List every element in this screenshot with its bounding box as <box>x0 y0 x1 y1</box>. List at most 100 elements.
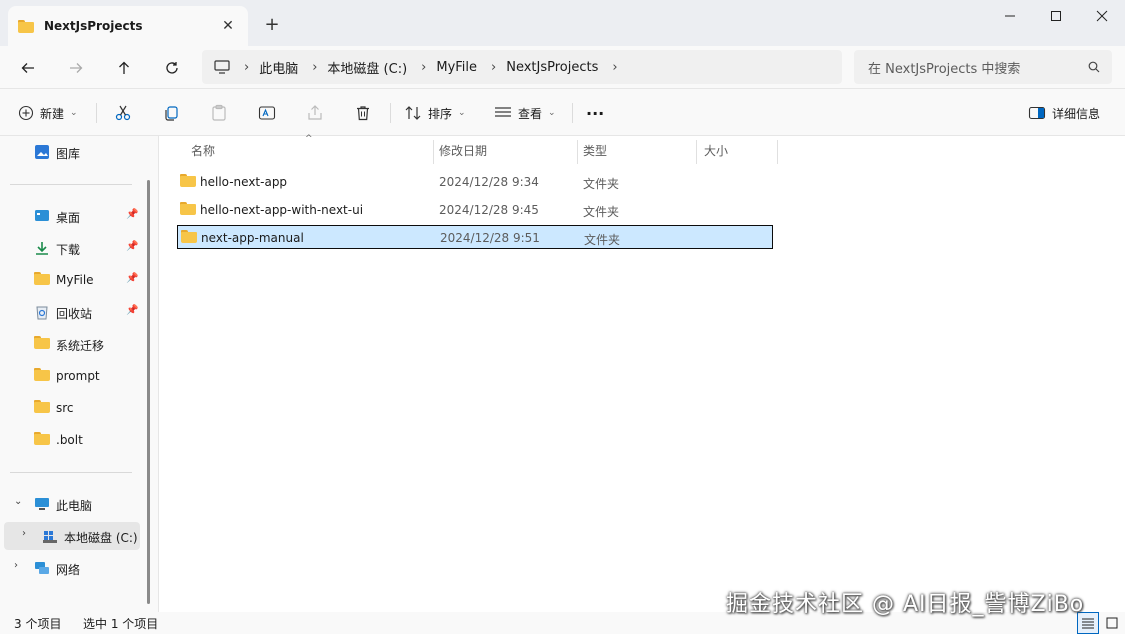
search-box[interactable]: 在 NextJsProjects 中搜索 <box>854 50 1112 84</box>
breadcrumb-separator: › <box>312 59 318 75</box>
folder-icon <box>180 202 196 215</box>
column-header-type[interactable]: 类型 <box>583 136 607 164</box>
column-divider[interactable] <box>577 140 578 164</box>
pin-icon[interactable]: 📌 <box>126 209 138 220</box>
paste-button[interactable] <box>210 99 228 127</box>
up-button[interactable] <box>108 52 140 84</box>
folder-icon <box>34 368 50 381</box>
tiles-view-icon <box>1106 617 1118 629</box>
desktop-icon <box>35 210 49 221</box>
cut-button[interactable] <box>114 99 132 127</box>
pin-icon[interactable]: 📌 <box>126 305 138 316</box>
sort-icon <box>405 106 421 120</box>
sidebar-item-downloads[interactable]: 下载 📌 <box>0 234 150 262</box>
more-options-button[interactable]: ··· <box>586 99 604 127</box>
file-row[interactable]: hello-next-app-with-next-ui 2024/12/28 9… <box>177 198 773 222</box>
copy-button[interactable] <box>162 99 180 127</box>
divider <box>390 103 391 123</box>
sidebar-item-local-disk[interactable]: › 本地磁盘 (C:) <box>4 522 140 550</box>
address-bar[interactable]: › 此电脑 › 本地磁盘 (C:) › MyFile › NextJsProje… <box>202 50 842 84</box>
maximize-icon <box>1051 11 1061 21</box>
pin-icon[interactable]: 📌 <box>126 241 138 252</box>
scissors-icon <box>115 105 131 121</box>
share-button[interactable] <box>306 99 324 127</box>
search-input[interactable]: 在 NextJsProjects 中搜索 <box>868 58 1088 77</box>
trash-icon <box>357 106 369 121</box>
forward-button[interactable] <box>60 52 92 84</box>
sidebar-item-myfile[interactable]: MyFile 📌 <box>0 266 150 294</box>
tab-title: NextJsProjects <box>44 19 143 33</box>
divider <box>96 103 97 123</box>
rename-button[interactable] <box>258 99 276 127</box>
column-header-size[interactable]: 大小 <box>704 136 728 164</box>
sidebar-label: 图库 <box>56 147 81 161</box>
file-modified: 2024/12/28 9:34 <box>439 175 539 189</box>
view-button[interactable]: 查看 ⌄ <box>494 99 556 127</box>
refresh-button[interactable] <box>156 52 188 84</box>
file-type: 文件夹 <box>584 233 621 247</box>
sidebar-label: 此电脑 <box>56 499 93 513</box>
sidebar-item-recycle-bin[interactable]: 回收站 📌 <box>0 298 150 326</box>
chevron-right-icon[interactable]: › <box>14 560 18 571</box>
tab-nextjsprojects[interactable]: NextJsProjects ✕ <box>8 6 248 46</box>
column-header-name[interactable]: 名称 <box>191 136 215 164</box>
watermark: 掘金技术社区 @ AI日报_訾博ZiBo <box>726 592 1085 617</box>
sidebar-item-prompt[interactable]: prompt <box>0 362 150 390</box>
folder-icon <box>180 174 196 187</box>
sidebar-item-network[interactable]: › 网络 <box>0 554 150 582</box>
breadcrumb-nextjsprojects[interactable]: NextJsProjects <box>506 60 598 75</box>
sidebar-item-bolt[interactable]: .bolt <box>0 426 150 454</box>
drive-icon <box>43 531 57 543</box>
back-button[interactable] <box>12 52 44 84</box>
sidebar-item-desktop[interactable]: 桌面 📌 <box>0 202 150 230</box>
file-type: 文件夹 <box>583 205 620 219</box>
download-icon <box>36 242 48 255</box>
selected-count: 选中 1 个项目 <box>83 617 159 631</box>
breadcrumb-myfile[interactable]: MyFile <box>436 60 477 75</box>
column-divider[interactable] <box>777 140 778 164</box>
sidebar-label: src <box>56 401 74 415</box>
sidebar-item-src[interactable]: src <box>0 394 150 422</box>
plus-circle-icon <box>18 105 34 121</box>
chevron-down-icon[interactable]: ⌄ <box>14 496 22 507</box>
view-label: 查看 <box>518 106 543 121</box>
details-pane-button[interactable]: 详细信息 <box>1028 99 1100 127</box>
new-tab-button[interactable]: + <box>262 14 282 35</box>
maximize-button[interactable] <box>1033 0 1079 32</box>
file-row-selected[interactable]: next-app-manual 2024/12/28 9:51 文件夹 <box>177 225 773 249</box>
new-button[interactable]: 新建 ⌄ <box>18 99 78 127</box>
arrow-right-icon <box>70 63 83 73</box>
sidebar-item-gallery[interactable]: 图库 <box>0 138 150 166</box>
details-pane-icon <box>1028 106 1046 120</box>
sort-button[interactable]: 排序 ⌄ <box>404 99 466 127</box>
chevron-right-icon[interactable]: › <box>22 528 26 539</box>
divider <box>572 103 573 123</box>
column-divider[interactable] <box>433 140 434 164</box>
column-header-modified[interactable]: 修改日期 <box>439 136 487 164</box>
sidebar-scrollbar[interactable] <box>147 180 150 604</box>
copy-icon <box>165 106 178 121</box>
sidebar-item-this-pc[interactable]: ⌄ 此电脑 <box>0 490 150 518</box>
breadcrumb-separator: › <box>612 59 618 75</box>
tab-close-button[interactable]: ✕ <box>218 16 238 36</box>
title-bar: NextJsProjects ✕ + <box>0 0 1125 46</box>
pin-icon[interactable]: 📌 <box>126 273 138 284</box>
file-type: 文件夹 <box>583 177 620 191</box>
item-count: 3 个项目 <box>14 617 62 631</box>
sidebar-label: 下载 <box>56 243 81 257</box>
breadcrumb-local-disk[interactable]: 本地磁盘 (C:) <box>327 58 407 77</box>
minimize-icon <box>1005 15 1015 17</box>
sidebar-item-system-migration[interactable]: 系统迁移 <box>0 330 150 358</box>
minimize-button[interactable] <box>987 0 1033 32</box>
tiles-view-button[interactable] <box>1101 612 1123 634</box>
chevron-down-icon: ⌄ <box>548 108 556 118</box>
file-modified: 2024/12/28 9:45 <box>439 203 539 217</box>
file-row[interactable]: hello-next-app 2024/12/28 9:34 文件夹 <box>177 170 773 194</box>
close-window-button[interactable] <box>1079 0 1125 32</box>
divider <box>10 184 132 185</box>
breadcrumb-this-pc[interactable]: 此电脑 <box>259 58 298 77</box>
delete-button[interactable] <box>354 99 372 127</box>
sidebar-label: 网络 <box>56 563 81 577</box>
folder-icon <box>18 19 34 33</box>
column-divider[interactable] <box>696 140 697 164</box>
